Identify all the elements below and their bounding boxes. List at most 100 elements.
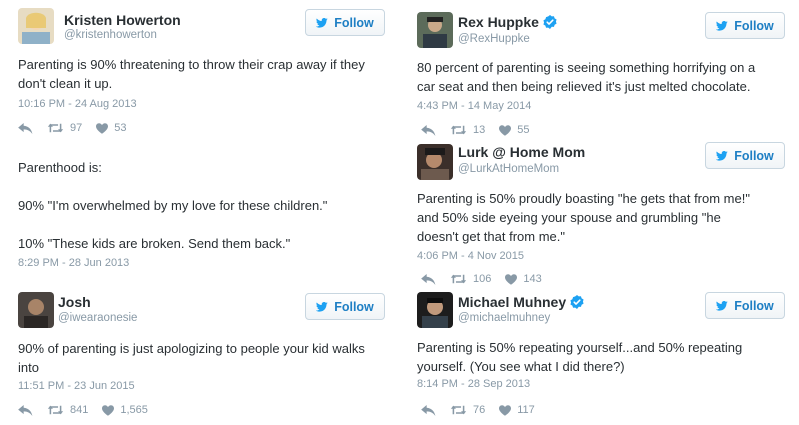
tweet-text: 80 percent of parenting is seeing someth… [417, 58, 797, 96]
reply-icon [18, 123, 33, 134]
tweet-actions: 76 117 [421, 404, 549, 416]
tweet-text-line: Parenting is 90% threatening to throw th… [18, 57, 365, 72]
like-button[interactable]: 143 [505, 273, 542, 285]
retweet-icon [450, 273, 467, 285]
tweet-text-line: and 50% side eyeing your spouse and grum… [417, 210, 721, 225]
twitter-bird-icon [716, 151, 728, 161]
retweet-button[interactable]: 841 [47, 404, 88, 416]
reply-button[interactable] [421, 274, 436, 285]
verified-badge-icon [570, 295, 584, 309]
tweet-card: Lurk @ Home Mom @LurkAtHomeMom Follow Pa… [403, 142, 799, 288]
like-count: 53 [114, 122, 127, 134]
cropped-tweet-edge [30, 141, 160, 147]
reply-icon [421, 405, 436, 416]
avatar[interactable] [417, 144, 453, 180]
tweet-text: 90% of parenting is just apologizing to … [18, 339, 393, 377]
author-handle[interactable]: @kristenhowerton [64, 29, 157, 41]
tweet-timestamp[interactable]: 10:16 PM - 24 Aug 2013 [18, 98, 137, 110]
follow-button[interactable]: Follow [305, 293, 385, 320]
like-button[interactable]: 55 [499, 124, 530, 136]
follow-button[interactable]: Follow [705, 12, 785, 39]
author-name[interactable]: Rex Huppke [458, 14, 557, 30]
author-name-text: Michael Muhney [458, 294, 567, 310]
like-icon [102, 405, 114, 416]
reply-button[interactable] [421, 405, 436, 416]
tweet-actions: 13 55 [421, 124, 544, 136]
follow-label: Follow [334, 299, 374, 314]
tweet-text-line: 90% of parenting is just apologizing to … [18, 341, 365, 356]
reply-icon [18, 405, 33, 416]
follow-button[interactable]: Follow [705, 292, 785, 319]
follow-label: Follow [334, 15, 374, 30]
like-count: 55 [517, 124, 530, 136]
tweet-card: Parenthood is: 90% "I'm overwhelmed by m… [0, 150, 396, 280]
avatar[interactable] [18, 292, 54, 328]
tweet-text-line: doesn't get that from me." [417, 229, 566, 244]
tweet-card: Josh @iwearaonesie Follow 90% of parenti… [0, 288, 396, 425]
follow-button[interactable]: Follow [705, 142, 785, 169]
retweet-icon [450, 124, 467, 136]
retweet-count: 76 [473, 404, 486, 416]
tweet-text-line: 80 percent of parenting is seeing someth… [417, 60, 756, 75]
tweet-timestamp[interactable]: 8:29 PM - 28 Jun 2013 [18, 257, 129, 269]
author-name[interactable]: Lurk @ Home Mom [458, 144, 585, 160]
avatar[interactable] [417, 292, 453, 328]
like-count: 1,565 [120, 404, 148, 416]
tweet-text-line: Parenting is 50% repeating yourself...an… [417, 340, 743, 355]
retweet-icon [47, 404, 64, 416]
tweet-card: Michael Muhney @michaelmuhney Follow Par… [403, 288, 799, 425]
reply-button[interactable] [18, 405, 33, 416]
tweet-text: Parenting is 50% repeating yourself...an… [417, 338, 797, 376]
reply-icon [421, 274, 436, 285]
tweet-timestamp[interactable]: 4:06 PM - 4 Nov 2015 [417, 250, 524, 262]
tweet-text-line: yourself. (You see what I did there?) [417, 359, 625, 374]
tweet-timestamp[interactable]: 4:43 PM - 14 May 2014 [417, 100, 531, 112]
twitter-bird-icon [716, 301, 728, 311]
follow-button[interactable]: Follow [305, 9, 385, 36]
tweet-card: Rex Huppke @RexHuppke Follow 80 percent … [403, 0, 799, 142]
verified-badge-icon [543, 15, 557, 29]
like-button[interactable]: 1,565 [102, 404, 148, 416]
tweet-text: Parenthood is: 90% "I'm overwhelmed by m… [18, 158, 393, 253]
reply-button[interactable] [421, 125, 436, 136]
author-handle[interactable]: @iwearaonesie [58, 312, 137, 324]
tweet-text-line: Parenthood is: [18, 160, 102, 175]
avatar[interactable] [18, 8, 54, 44]
twitter-bird-icon [316, 302, 328, 312]
retweet-icon [450, 404, 467, 416]
retweet-button[interactable]: 97 [47, 122, 82, 134]
reply-button[interactable] [18, 123, 33, 134]
retweet-count: 841 [70, 404, 89, 416]
tweet-timestamp[interactable]: 11:51 PM - 23 Jun 2015 [18, 380, 135, 392]
author-name[interactable]: Josh [58, 294, 91, 310]
author-handle[interactable]: @RexHuppke [458, 33, 530, 45]
retweet-button[interactable]: 13 [450, 124, 485, 136]
tweet-text: Parenting is 50% proudly boasting "he ge… [417, 189, 797, 246]
twitter-bird-icon [316, 18, 328, 28]
retweet-icon [47, 122, 64, 134]
like-icon [499, 125, 511, 136]
retweet-button[interactable]: 76 [450, 404, 485, 416]
tweet-timestamp[interactable]: 8:14 PM - 28 Sep 2013 [417, 378, 530, 390]
cropped-tweet-edge [30, 280, 140, 286]
retweet-count: 106 [473, 273, 492, 285]
like-button[interactable]: 117 [499, 404, 535, 416]
follow-label: Follow [734, 18, 774, 33]
author-handle[interactable]: @michaelmuhney [458, 312, 550, 324]
author-name[interactable]: Michael Muhney [458, 294, 584, 310]
retweet-button[interactable]: 106 [450, 273, 491, 285]
tweet-actions: 106 143 [421, 273, 556, 285]
retweet-count: 97 [70, 122, 83, 134]
author-name[interactable]: Kristen Howerton [64, 12, 181, 28]
avatar[interactable] [417, 12, 453, 48]
reply-icon [421, 125, 436, 136]
tweet-text-spacer [18, 215, 393, 234]
follow-label: Follow [734, 148, 774, 163]
tweet-actions: 841 1,565 [18, 404, 162, 416]
retweet-count: 13 [473, 124, 486, 136]
like-count: 143 [523, 273, 542, 285]
tweet-text-line: 90% "I'm overwhelmed by my love for thes… [18, 198, 328, 213]
like-count: 117 [517, 404, 535, 416]
like-button[interactable]: 53 [96, 122, 127, 134]
author-handle[interactable]: @LurkAtHomeMom [458, 163, 559, 175]
